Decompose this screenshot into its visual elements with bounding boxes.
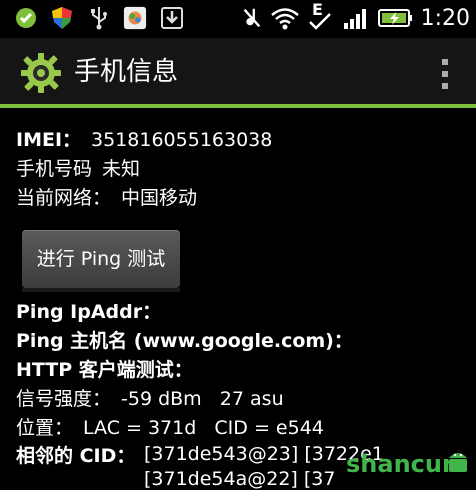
ping-host-label: Ping 主机名 (www.google.com)： <box>16 327 474 356</box>
screen: E 1:20 手机信息 IMEI： 351816055163038 手机号码 未… <box>0 0 476 490</box>
network-label: 当前网络： <box>16 187 112 209</box>
gear-icon[interactable] <box>20 52 62 94</box>
page-title: 手机信息 <box>74 57 179 87</box>
watermark: shancun <box>342 442 472 488</box>
ping-test-button[interactable]: 进行 Ping 测试 <box>22 230 180 288</box>
wifi-icon <box>271 8 299 30</box>
overflow-menu-icon[interactable] <box>440 58 450 90</box>
usb-icon <box>91 7 107 30</box>
action-bar: 手机信息 <box>0 38 476 106</box>
network-details-section: Ping IpAddr： Ping 主机名 (www.google.com)： … <box>16 298 474 443</box>
location-row: 位置： LAC = 371d CID = e544 <box>16 414 474 443</box>
signal-value: -59 dBm 27 asu <box>121 388 284 410</box>
network-value: 中国移动 <box>121 187 198 209</box>
phone-number-value: 未知 <box>102 158 141 180</box>
phone-number-row: 手机号码 未知 <box>16 155 474 184</box>
phone-number-label: 手机号码 <box>16 158 93 180</box>
imei-label: IMEI： <box>16 129 82 151</box>
location-label: 位置： <box>16 417 74 439</box>
mute-icon <box>243 8 261 28</box>
network-row: 当前网络： 中国移动 <box>16 184 474 213</box>
download-icon <box>161 7 183 29</box>
status-bar: E 1:20 <box>0 0 476 38</box>
battery-charging-icon <box>378 9 412 27</box>
check-circle-icon <box>16 8 36 28</box>
imei-row: IMEI： 351816055163038 <box>16 126 474 155</box>
location-value: LAC = 371d CID = e544 <box>83 417 324 439</box>
ping-host-text: Ping 主机名 (www.google.com)： <box>16 330 353 352</box>
ping-ip-label: Ping IpAddr： <box>16 301 162 323</box>
action-bar-divider <box>0 104 476 108</box>
android-robot-icon <box>449 453 467 472</box>
imei-value: 351816055163038 <box>91 129 273 151</box>
photo-app-icon <box>123 6 147 30</box>
http-test-text: HTTP 客户端测试： <box>16 359 193 381</box>
signal-label: 信号强度： <box>16 388 112 410</box>
status-time: 1:20 <box>420 6 470 31</box>
neighbor-cid-label: 相邻的 CID： <box>16 445 136 467</box>
signal-icon <box>344 9 366 29</box>
ping-button-shadow <box>22 288 180 292</box>
signal-row: 信号强度： -59 dBm 27 asu <box>16 385 474 414</box>
shield-icon <box>52 7 72 29</box>
watermark-text: shancun <box>346 450 460 478</box>
http-test-label: HTTP 客户端测试： <box>16 356 474 385</box>
phone-info-section: IMEI： 351816055163038 手机号码 未知 当前网络： 中国移动 <box>16 126 474 213</box>
edge-data-icon <box>309 13 331 30</box>
